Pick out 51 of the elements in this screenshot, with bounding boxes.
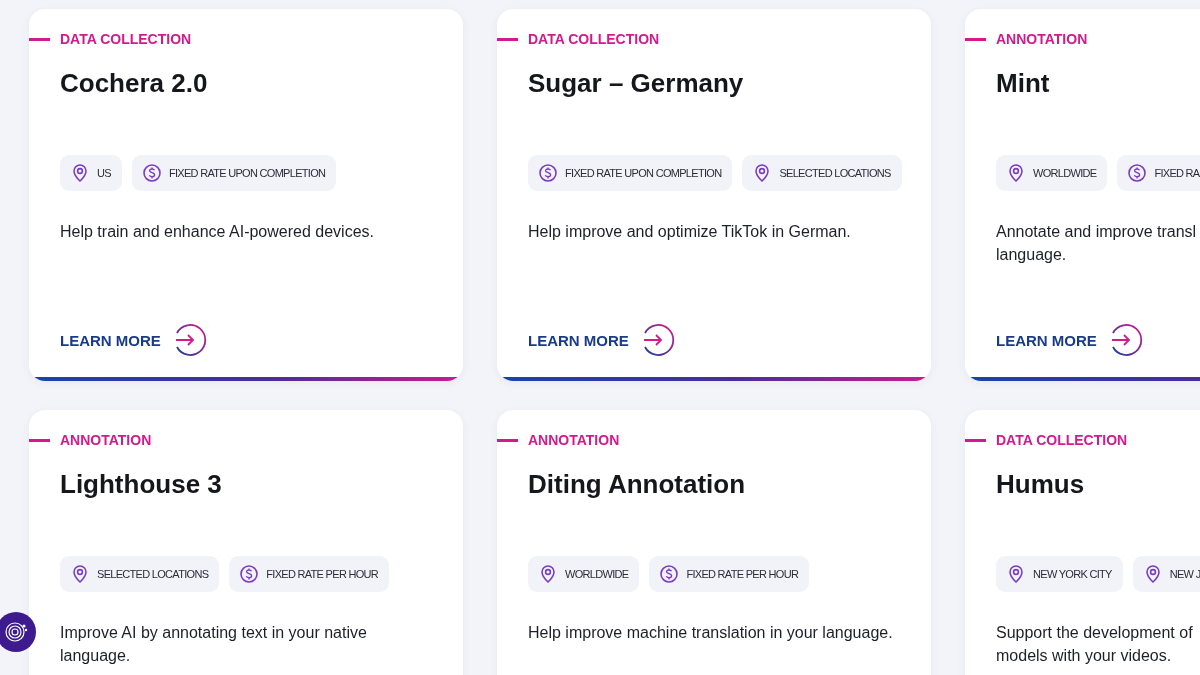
card-title: Sugar – Germany xyxy=(528,67,745,100)
card-title: Mint xyxy=(996,67,1051,100)
card-description: Help improve machine translation in your language. xyxy=(528,623,894,643)
tag-chip: NEW J xyxy=(1132,556,1200,592)
tag-chip: FIXED RATE PER HOUR xyxy=(649,556,810,592)
fingerprint-icon xyxy=(3,619,29,645)
category-label: ANNOTATION xyxy=(528,432,620,448)
category-label: ANNOTATION xyxy=(60,432,152,448)
dollar-circle-icon xyxy=(659,564,680,584)
card-title: Cochera 2.0 xyxy=(60,67,209,100)
location-pin-icon xyxy=(70,163,90,183)
category-label: DATA COLLECTION xyxy=(60,31,192,47)
tag-chip: SELECTED LOCATIONS xyxy=(742,155,902,191)
location-pin-icon xyxy=(1006,564,1026,584)
category-dash xyxy=(29,438,50,442)
location-pin-icon xyxy=(538,564,558,584)
category-label: DATA COLLECTION xyxy=(528,31,660,47)
category-dash xyxy=(29,37,50,41)
dollar-circle-icon xyxy=(538,163,558,183)
learn-more-link[interactable]: LEARN MORE xyxy=(60,331,161,349)
dollar-circle-icon xyxy=(239,564,260,584)
tag-chip: FIXED RATE PER HOUR xyxy=(229,556,390,592)
card-title: Diting Annotation xyxy=(528,468,747,501)
category-dash xyxy=(497,438,518,442)
tag-chip: FIXED RATE UPON COMPLETION xyxy=(131,155,337,191)
card-description: Improve AI by annotating text in your native language. xyxy=(60,623,368,666)
tag-chip: WORLDWIDE xyxy=(996,155,1108,191)
card-description: Help improve and optimize TikTok in German. xyxy=(528,222,852,242)
location-pin-icon xyxy=(70,564,90,584)
fingerprint-chat-button[interactable] xyxy=(0,612,36,652)
learn-more-link[interactable]: LEARN MORE xyxy=(996,331,1097,349)
tag-chip: FIXED RA xyxy=(1117,155,1200,191)
card-description: Support the development of models with your videos. xyxy=(996,623,1194,666)
learn-more-link[interactable]: LEARN MORE xyxy=(528,331,629,349)
category-label: ANNOTATION xyxy=(996,31,1088,47)
tag-chip: SELECTED LOCATIONS xyxy=(60,556,220,592)
tag-chip: US xyxy=(60,155,122,191)
category-label: DATA COLLECTION xyxy=(996,432,1128,448)
tag-chip: NEW YORK CITY xyxy=(996,556,1123,592)
card-title: Lighthouse 3 xyxy=(60,468,223,501)
tag-chip: WORLDWIDE xyxy=(528,556,640,592)
category-dash xyxy=(965,438,986,442)
location-pin-icon xyxy=(1006,163,1026,183)
card-description: Help train and enhance AI-powered devices. xyxy=(60,222,375,242)
category-dash xyxy=(965,37,986,41)
dollar-circle-icon xyxy=(141,163,162,183)
tag-chip: FIXED RATE UPON COMPLETION xyxy=(528,155,733,191)
dollar-circle-icon xyxy=(1127,163,1148,183)
card-description: Annotate and improve transl language. xyxy=(996,222,1198,265)
category-dash xyxy=(497,37,518,41)
card-title: Humus xyxy=(996,468,1086,501)
